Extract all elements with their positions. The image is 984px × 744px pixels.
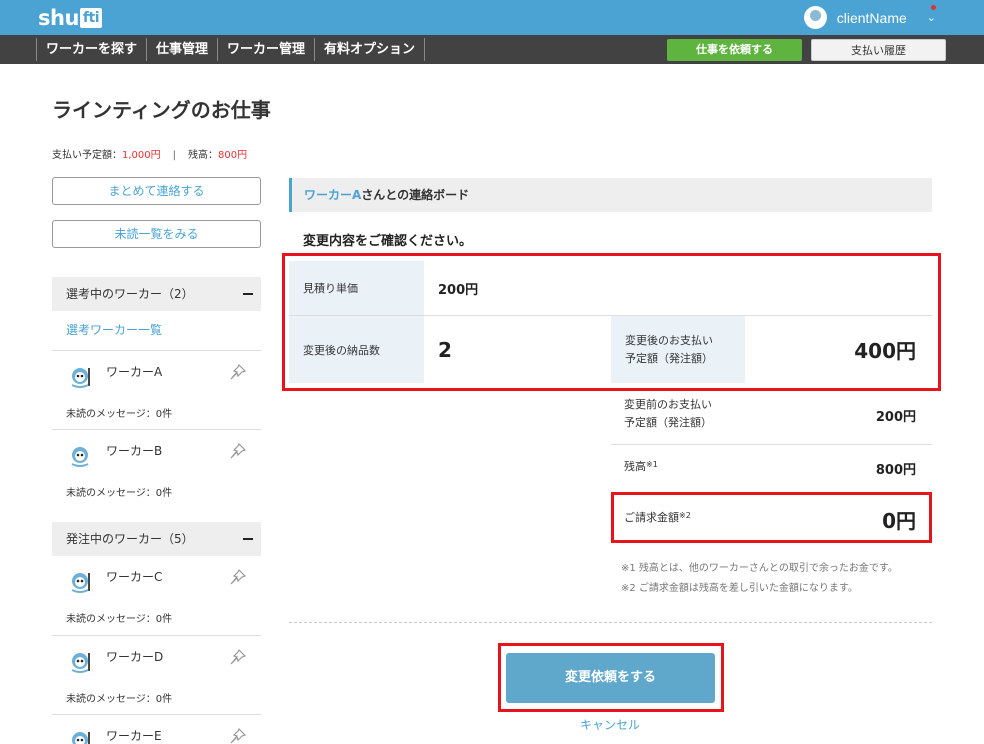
before-amount-row: 変更前のお支払い 予定額（発注額） 200円: [611, 383, 932, 445]
worker-name: ワーカーA: [106, 365, 163, 379]
user-name: clientName: [836, 9, 907, 26]
unread-count: 未読のメッセージ：0件: [66, 409, 173, 420]
notification-dot-icon: [931, 5, 936, 10]
budget-summary: 支払い予定額：1,000円 | 残高：800円: [52, 146, 247, 161]
selecting-workers-link[interactable]: 選考ワーカー一覧: [66, 321, 162, 338]
balance-row-value: 800円: [875, 463, 916, 478]
divider: [289, 622, 932, 623]
contact-all-button[interactable]: まとめて連絡する: [52, 177, 261, 205]
before-amount-label-line2: 予定額（発注額）: [624, 416, 712, 429]
worker-name: ワーカーD: [106, 650, 164, 664]
worker-name: ワーカーC: [106, 570, 163, 584]
board-worker-name[interactable]: ワーカーA: [304, 188, 361, 202]
before-amount-value: 200円: [875, 410, 916, 425]
pin-icon[interactable]: [229, 363, 247, 381]
worker-list-item[interactable]: ワーカーB 未読のメッセージ：0件: [52, 429, 261, 508]
balance-row-label-text: 残高: [624, 460, 646, 473]
order-job-button[interactable]: 仕事を依頼する: [667, 39, 802, 61]
collapse-minus-icon[interactable]: [243, 293, 253, 295]
highlight-box-submit: [498, 643, 724, 712]
balance-note-mark: ※1: [646, 460, 658, 469]
footnote-billing: ※2 ご請求金額は残高を差し引いた金額になります。: [621, 583, 858, 594]
group-title: 発注中のワーカー（5）: [66, 532, 194, 546]
page-title: ラインティングのお仕事: [52, 98, 271, 122]
before-amount-label-line1: 変更前のお支払い: [624, 398, 712, 411]
pin-icon[interactable]: [229, 442, 247, 460]
main-nav: ワーカーを探す 仕事管理 ワーカー管理 有料オプション: [36, 38, 426, 61]
worker-avatar-icon: [71, 447, 89, 467]
budget-label: 支払い予定額：: [52, 150, 122, 161]
logo-text-left: shu: [38, 5, 79, 30]
footnote-balance: ※1 残高とは、他のワーカーさんとの取引で余ったお金です。: [621, 563, 898, 574]
unread-count: 未読のメッセージ：0件: [66, 488, 173, 499]
unread-list-button[interactable]: 未読一覧をみる: [52, 220, 261, 248]
worker-avatar-icon: [71, 573, 90, 593]
balance-row: 残高※1 800円: [611, 445, 932, 491]
nav-job-management[interactable]: 仕事管理: [147, 38, 219, 61]
payment-history-button[interactable]: 支払い履歴: [811, 39, 946, 61]
worker-name: ワーカーE: [106, 729, 162, 743]
before-amount-label: 変更前のお支払い 予定額（発注額）: [624, 396, 712, 432]
confirm-title: 変更内容をご確認ください。: [303, 234, 473, 249]
budget-value: 1,000円: [122, 150, 161, 161]
worker-avatar-icon: [71, 653, 90, 673]
balance-row-label: 残高※1: [624, 458, 658, 476]
user-menu[interactable]: clientName ⌄: [803, 6, 936, 29]
chevron-down-icon[interactable]: ⌄: [927, 11, 936, 24]
worker-avatar-icon: [72, 732, 90, 744]
worker-name: ワーカーB: [106, 444, 163, 458]
pin-icon[interactable]: [229, 568, 247, 586]
board-header: ワーカーAさんとの連絡ボード: [289, 178, 932, 212]
worker-list-item[interactable]: ワーカーC 未読のメッセージ：0件: [52, 556, 261, 635]
logo-text-mid: fti: [79, 7, 102, 28]
balance-label: 残高：: [188, 150, 219, 161]
pin-icon[interactable]: [229, 648, 247, 666]
user-avatar-icon: [803, 6, 827, 29]
nav-paid-options[interactable]: 有料オプション: [315, 38, 426, 61]
collapse-minus-icon[interactable]: [243, 538, 253, 540]
footnotes: ※1 残高とは、他のワーカーさんとの取引で余ったお金です。 ※2 ご請求金額は残…: [621, 559, 898, 599]
pin-icon[interactable]: [229, 727, 247, 744]
worker-avatar-icon: [71, 368, 90, 388]
board-title-suffix: さんとの連絡ボード: [361, 188, 470, 202]
cancel-link[interactable]: キャンセル: [580, 716, 640, 733]
unread-count: 未読のメッセージ：0件: [66, 694, 173, 705]
nav-find-workers[interactable]: ワーカーを探す: [37, 38, 148, 61]
group-header-selecting[interactable]: 選考中のワーカー（2）: [52, 277, 261, 311]
group-title: 選考中のワーカー（2）: [66, 287, 194, 301]
worker-list-item[interactable]: ワーカーE: [52, 714, 261, 744]
unread-count: 未読のメッセージ：0件: [66, 614, 173, 625]
top-bar: shu fti clientName ⌄: [0, 0, 984, 35]
budget-separator: |: [172, 150, 177, 161]
highlight-box-change-table: [282, 253, 941, 391]
worker-list-item[interactable]: ワーカーA 未読のメッセージ：0件: [52, 350, 261, 429]
nav-worker-management[interactable]: ワーカー管理: [218, 38, 316, 61]
shufti-logo[interactable]: shu fti: [38, 5, 103, 30]
group-header-ordering[interactable]: 発注中のワーカー（5）: [52, 522, 261, 556]
worker-list-item[interactable]: ワーカーD 未読のメッセージ：0件: [52, 635, 261, 714]
highlight-box-billing: [611, 492, 932, 543]
balance-value: 800円: [218, 150, 248, 161]
